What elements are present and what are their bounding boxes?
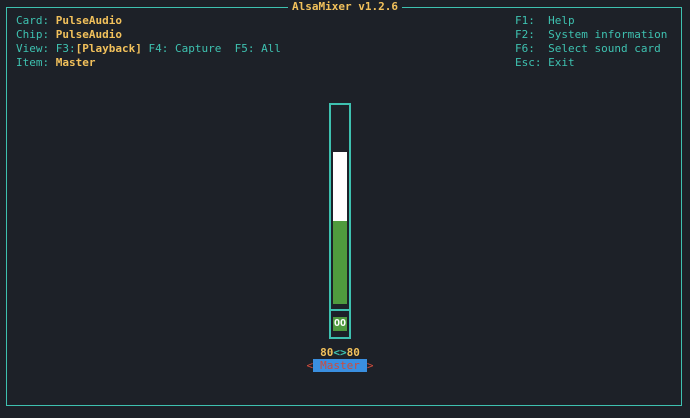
- volume-level-top: [333, 152, 347, 221]
- slider-mute-divider: [331, 309, 349, 311]
- shortcut-select-card[interactable]: Select sound card: [548, 42, 661, 55]
- shortcut-help[interactable]: Help: [548, 14, 575, 27]
- shortcut-exit[interactable]: Exit: [548, 56, 575, 69]
- view-playback[interactable]: [Playback]: [76, 42, 142, 55]
- shortcut-key: F6:: [515, 42, 549, 55]
- shortcut-system-info[interactable]: System information: [548, 28, 667, 41]
- title-bar: AlsaMixer v1.2.6: [0, 0, 690, 14]
- volume-level-fill: [333, 221, 347, 304]
- mute-toggle[interactable]: OO: [333, 317, 347, 331]
- item-label: Item:: [16, 56, 56, 69]
- view-all[interactable]: F5: All: [221, 42, 281, 55]
- shortcut-key: F1:: [515, 14, 549, 27]
- card-label: Card:: [16, 14, 56, 27]
- view-capture[interactable]: F4: Capture: [142, 42, 221, 55]
- left-level: 80: [320, 346, 334, 359]
- shortcut-key: F2:: [515, 28, 549, 41]
- card-value: PulseAudio: [55, 14, 122, 27]
- shortcut-key: Esc:: [515, 56, 549, 69]
- channel-name-master[interactable]: Master: [313, 359, 367, 372]
- chip-value: PulseAudio: [55, 28, 122, 41]
- right-arrow-icon[interactable]: >: [367, 359, 374, 372]
- chip-label: Chip:: [16, 28, 56, 41]
- right-level: 80: [346, 346, 360, 359]
- volume-slider-bar[interactable]: [333, 152, 347, 304]
- item-value: Master: [55, 56, 96, 69]
- channel-name-row: < Master >: [0, 359, 680, 373]
- shortcut-list: F1: Help F2: System information F6: Sele…: [515, 14, 667, 70]
- device-info: Card: PulseAudio Chip: PulseAudio View: …: [16, 14, 281, 70]
- app-title: AlsaMixer v1.2.6: [288, 0, 402, 13]
- view-label: View: F3:: [16, 42, 76, 55]
- link-symbol: <>: [333, 346, 347, 359]
- volume-readout: 80<>80: [0, 346, 680, 360]
